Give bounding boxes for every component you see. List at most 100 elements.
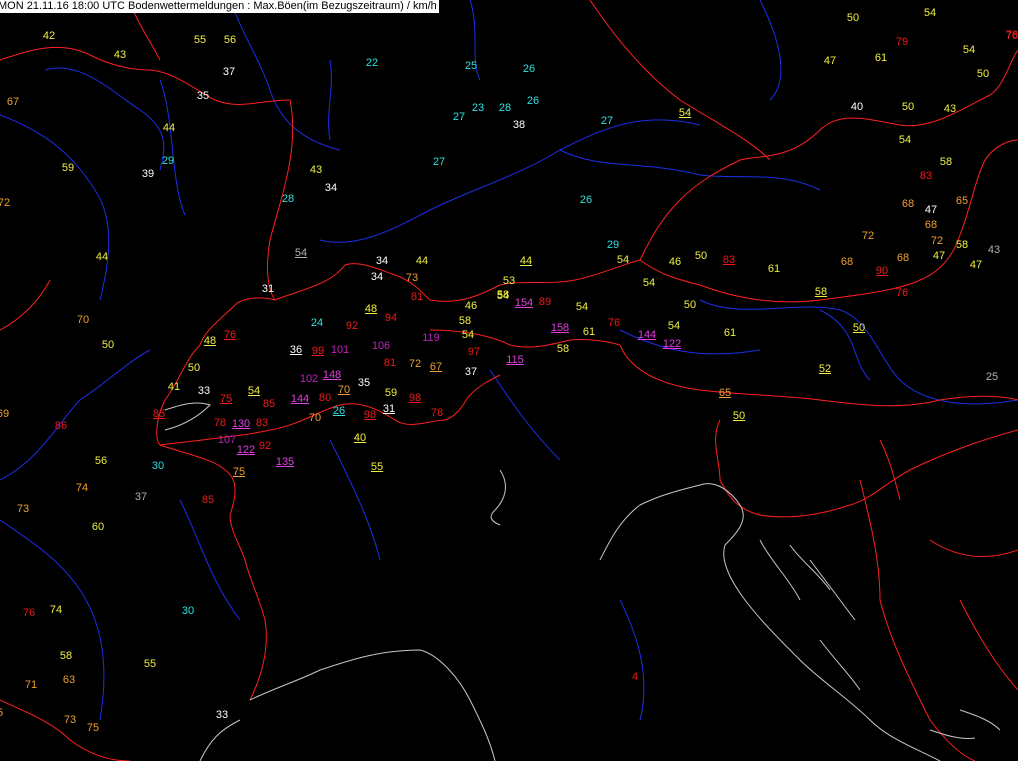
station-value: 78 (430, 407, 444, 419)
station-value: 144 (290, 393, 310, 405)
station-value: 54 (898, 134, 912, 146)
station-value: 23 (471, 102, 485, 114)
station-value: 43 (309, 164, 323, 176)
station-value: 70 (76, 314, 90, 326)
station-value: 130 (231, 418, 251, 430)
station-value: 74 (49, 604, 63, 616)
station-value: 59 (61, 162, 75, 174)
station-value: 102 (299, 373, 319, 385)
station-value: 78 (213, 417, 227, 429)
station-value: 119 (422, 332, 440, 344)
station-value: 154 (514, 297, 534, 309)
station-value: 61 (723, 327, 737, 339)
station-value: 76 (1005, 30, 1018, 42)
station-value: 24 (310, 317, 324, 329)
station-value: 43 (987, 244, 1001, 256)
station-value: 67 (429, 361, 443, 373)
station-value: 70 (337, 384, 351, 396)
station-value: 75 (219, 393, 233, 405)
station-value: 40 (850, 101, 864, 113)
station-value: 28 (498, 102, 512, 114)
station-value: 73 (63, 714, 77, 726)
station-value: 107 (217, 434, 237, 446)
station-value: 94 (384, 312, 398, 324)
station-value: 54 (962, 44, 976, 56)
station-value: 54 (294, 247, 308, 259)
station-value: 90 (875, 265, 889, 277)
station-value: 97 (467, 346, 481, 358)
station-value: 31 (382, 403, 396, 415)
station-value: 50 (101, 339, 115, 351)
station-value: 27 (452, 111, 466, 123)
station-value: 99 (311, 345, 325, 357)
station-value: 50 (852, 322, 866, 334)
station-value: 50 (846, 12, 860, 24)
station-value: 76 (895, 287, 909, 299)
station-value: 42 (42, 30, 56, 42)
station-value: 30 (181, 605, 195, 617)
station-value: 144 (637, 329, 657, 341)
station-value: 47 (823, 55, 837, 67)
station-value: 54 (461, 329, 475, 341)
station-value: 85 (262, 398, 276, 410)
station-value: 74 (75, 482, 89, 494)
station-value: 85 (201, 494, 215, 506)
station-value: 83 (255, 417, 269, 429)
station-value: 86 (54, 420, 68, 432)
station-value: 36 (289, 344, 303, 356)
station-value: 26 (522, 63, 536, 75)
station-value: 61 (582, 326, 596, 338)
station-value: 80 (318, 392, 332, 404)
station-value: 54 (616, 254, 630, 266)
map-background (0, 0, 1018, 761)
station-value: 4 (631, 671, 639, 683)
station-value: 72 (0, 197, 11, 209)
station-value: 44 (415, 255, 429, 267)
station-value: 101 (330, 344, 350, 356)
station-value: 48 (364, 303, 378, 315)
station-value: 56 (223, 34, 237, 46)
station-value: 148 (322, 369, 342, 381)
station-value: 25 (464, 60, 478, 72)
station-value: 46 (464, 300, 478, 312)
station-value: 54 (575, 301, 589, 313)
station-value: 55 (143, 658, 157, 670)
station-value: 81 (383, 357, 397, 369)
station-value: 44 (162, 122, 176, 134)
station-value: 47 (969, 259, 983, 271)
station-value: 33 (197, 385, 211, 397)
station-value: 25 (985, 371, 999, 383)
station-value: 58 (59, 650, 73, 662)
border-lines (0, 0, 1018, 761)
station-value: 44 (519, 255, 533, 267)
station-value: 85 (152, 408, 166, 420)
station-value: 106 (371, 340, 391, 352)
map-header: MON 21.11.16 18:00 UTC Bodenwettermeldun… (0, 0, 439, 13)
station-value: 65 (718, 387, 732, 399)
station-value: 72 (930, 235, 944, 247)
station-value: 43 (113, 49, 127, 61)
station-value: 41 (167, 381, 181, 393)
station-value: 37 (464, 366, 478, 378)
station-value: 60 (91, 521, 105, 533)
station-value: 55 (193, 34, 207, 46)
station-value: 27 (600, 115, 614, 127)
station-value: 54 (678, 107, 692, 119)
station-value: 76 (607, 317, 621, 329)
station-value: 46 (668, 256, 682, 268)
station-value: 29 (161, 155, 175, 167)
station-value: 61 (874, 52, 888, 64)
station-value: 76 (22, 607, 36, 619)
station-value: 31 (261, 283, 275, 295)
station-value: 158 (550, 322, 570, 334)
station-value: 52 (818, 363, 832, 375)
station-value: 54 (667, 320, 681, 332)
station-value: 72 (408, 358, 422, 370)
station-value: 67 (6, 96, 20, 108)
station-value: 26 (332, 405, 346, 417)
station-value: 98 (363, 409, 377, 421)
station-value: 34 (375, 255, 389, 267)
station-value: 68 (840, 256, 854, 268)
station-value: 34 (370, 271, 384, 283)
station-value: 122 (236, 444, 256, 456)
